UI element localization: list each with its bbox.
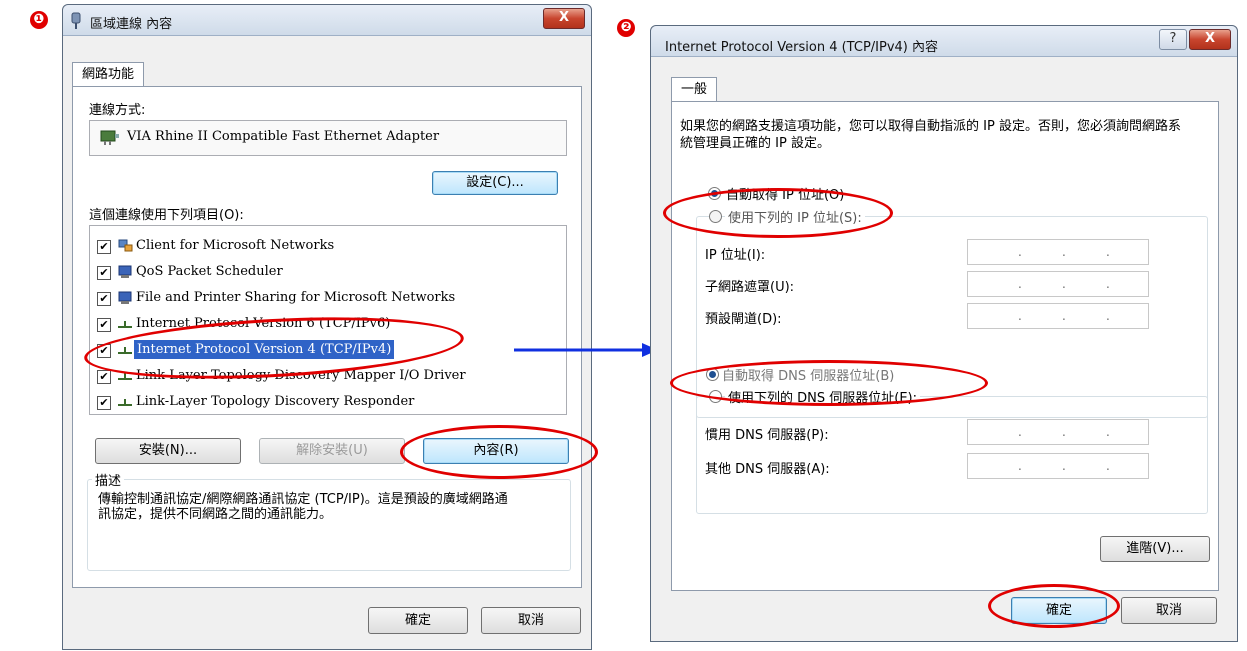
cancel-button[interactable]: 取消 (481, 607, 581, 634)
ip-address-label: IP 位址(I): (705, 248, 766, 263)
protocol-icon (118, 321, 132, 328)
close-button[interactable]: X (1189, 29, 1231, 50)
item-checkbox[interactable]: ✔ (97, 396, 111, 410)
close-button[interactable]: X (543, 8, 585, 29)
help-button[interactable]: ? (1159, 29, 1187, 50)
uninstall-button[interactable]: 解除安裝(U) (259, 438, 405, 464)
highlight-auto-ip (663, 188, 893, 238)
title-bar: 區域連線 內容 X (63, 5, 591, 36)
item-checkbox[interactable]: ✔ (97, 292, 111, 306)
connect-using-label: 連線方式: (89, 103, 146, 118)
alternate-dns-field[interactable]: ... (967, 453, 1149, 479)
window-body: 一般 如果您的網路支援這項功能，您可以取得自動指派的 IP 設定。否則，您必須詢… (651, 57, 1237, 641)
ipv4-properties-window: Internet Protocol Version 4 (TCP/IPv4) 內… (650, 25, 1238, 642)
title-bar: Internet Protocol Version 4 (TCP/IPv4) 內… (651, 26, 1237, 57)
description-label: 描述 (92, 470, 125, 489)
manual-dns-group: 使用下列的 DNS 伺服器位址(E): 慣用 DNS 伺服器(P): ... 其… (696, 387, 1208, 514)
list-item[interactable]: ✔ QoS Packet Scheduler (90, 262, 566, 284)
list-item[interactable]: ✔ Client for Microsoft Networks (90, 236, 566, 258)
list-item[interactable]: ✔ Link-Layer Topology Discovery Responde… (90, 392, 566, 414)
network-client-icon (118, 239, 133, 252)
step-one-marker: ❶ (30, 11, 48, 29)
highlight-auto-dns (670, 360, 988, 406)
highlight-properties-button (400, 425, 598, 479)
list-item[interactable]: ✔ File and Printer Sharing for Microsoft… (90, 288, 566, 310)
ok-button[interactable]: 確定 (368, 607, 468, 634)
install-button[interactable]: 安裝(N)... (95, 438, 241, 464)
item-label: Client for Microsoft Networks (136, 238, 335, 253)
default-gateway-label: 預設閘道(D): (705, 312, 782, 327)
adapter-name: VIA Rhine II Compatible Fast Ethernet Ad… (127, 129, 440, 144)
item-label: Link-Layer Topology Discovery Responder (136, 394, 415, 409)
preferred-dns-label: 慣用 DNS 伺服器(P): (705, 428, 829, 443)
connection-items-label: 這個連線使用下列項目(O): (89, 208, 244, 223)
subnet-mask-field[interactable]: ... (967, 271, 1149, 297)
tab-panel: 如果您的網路支援這項功能，您可以取得自動指派的 IP 設定。否則，您必須詢問網路… (671, 101, 1219, 591)
item-checkbox[interactable]: ✔ (97, 318, 111, 332)
intro-text: 如果您的網路支援這項功能，您可以取得自動指派的 IP 設定。否則，您必須詢問網路… (680, 119, 1181, 151)
subnet-mask-label: 子網路遮罩(U): (705, 280, 795, 295)
cancel-button[interactable]: 取消 (1121, 597, 1217, 624)
file-sharing-icon (118, 291, 132, 304)
item-checkbox[interactable]: ✔ (97, 240, 111, 254)
advanced-button[interactable]: 進階(V)... (1100, 536, 1210, 562)
item-label: File and Printer Sharing for Microsoft N… (136, 290, 456, 305)
configure-button[interactable]: 設定(C)... (432, 171, 558, 195)
ip-address-field[interactable]: ... (967, 239, 1149, 265)
protocol-icon (118, 399, 132, 406)
adapter-box: VIA Rhine II Compatible Fast Ethernet Ad… (89, 120, 567, 156)
scheduler-icon (118, 265, 132, 278)
alternate-dns-label: 其他 DNS 伺服器(A): (705, 462, 830, 477)
step-two-marker: ❷ (617, 19, 635, 37)
network-connection-icon (71, 12, 81, 29)
item-checkbox[interactable]: ✔ (97, 370, 111, 384)
network-adapter-icon (100, 130, 119, 145)
default-gateway-field[interactable]: ... (967, 303, 1149, 329)
preferred-dns-field[interactable]: ... (967, 419, 1149, 445)
description-group: 描述 傳輸控制通訊協定/網際網路通訊協定 (TCP/IP)。這是預設的廣域網路通… (87, 470, 571, 571)
highlight-ok-button (988, 584, 1120, 628)
tab-networking[interactable]: 網路功能 (72, 62, 145, 87)
description-text: 傳輸控制通訊協定/網際網路通訊協定 (TCP/IP)。這是預設的廣域網路通訊協定… (98, 492, 508, 522)
item-checkbox[interactable]: ✔ (97, 266, 111, 280)
arrow-icon (514, 343, 658, 357)
window-title: Internet Protocol Version 4 (TCP/IPv4) 內… (665, 40, 939, 55)
item-label: QoS Packet Scheduler (136, 264, 283, 279)
window-title: 區域連線 內容 (90, 17, 173, 32)
tab-general[interactable]: 一般 (671, 77, 718, 102)
